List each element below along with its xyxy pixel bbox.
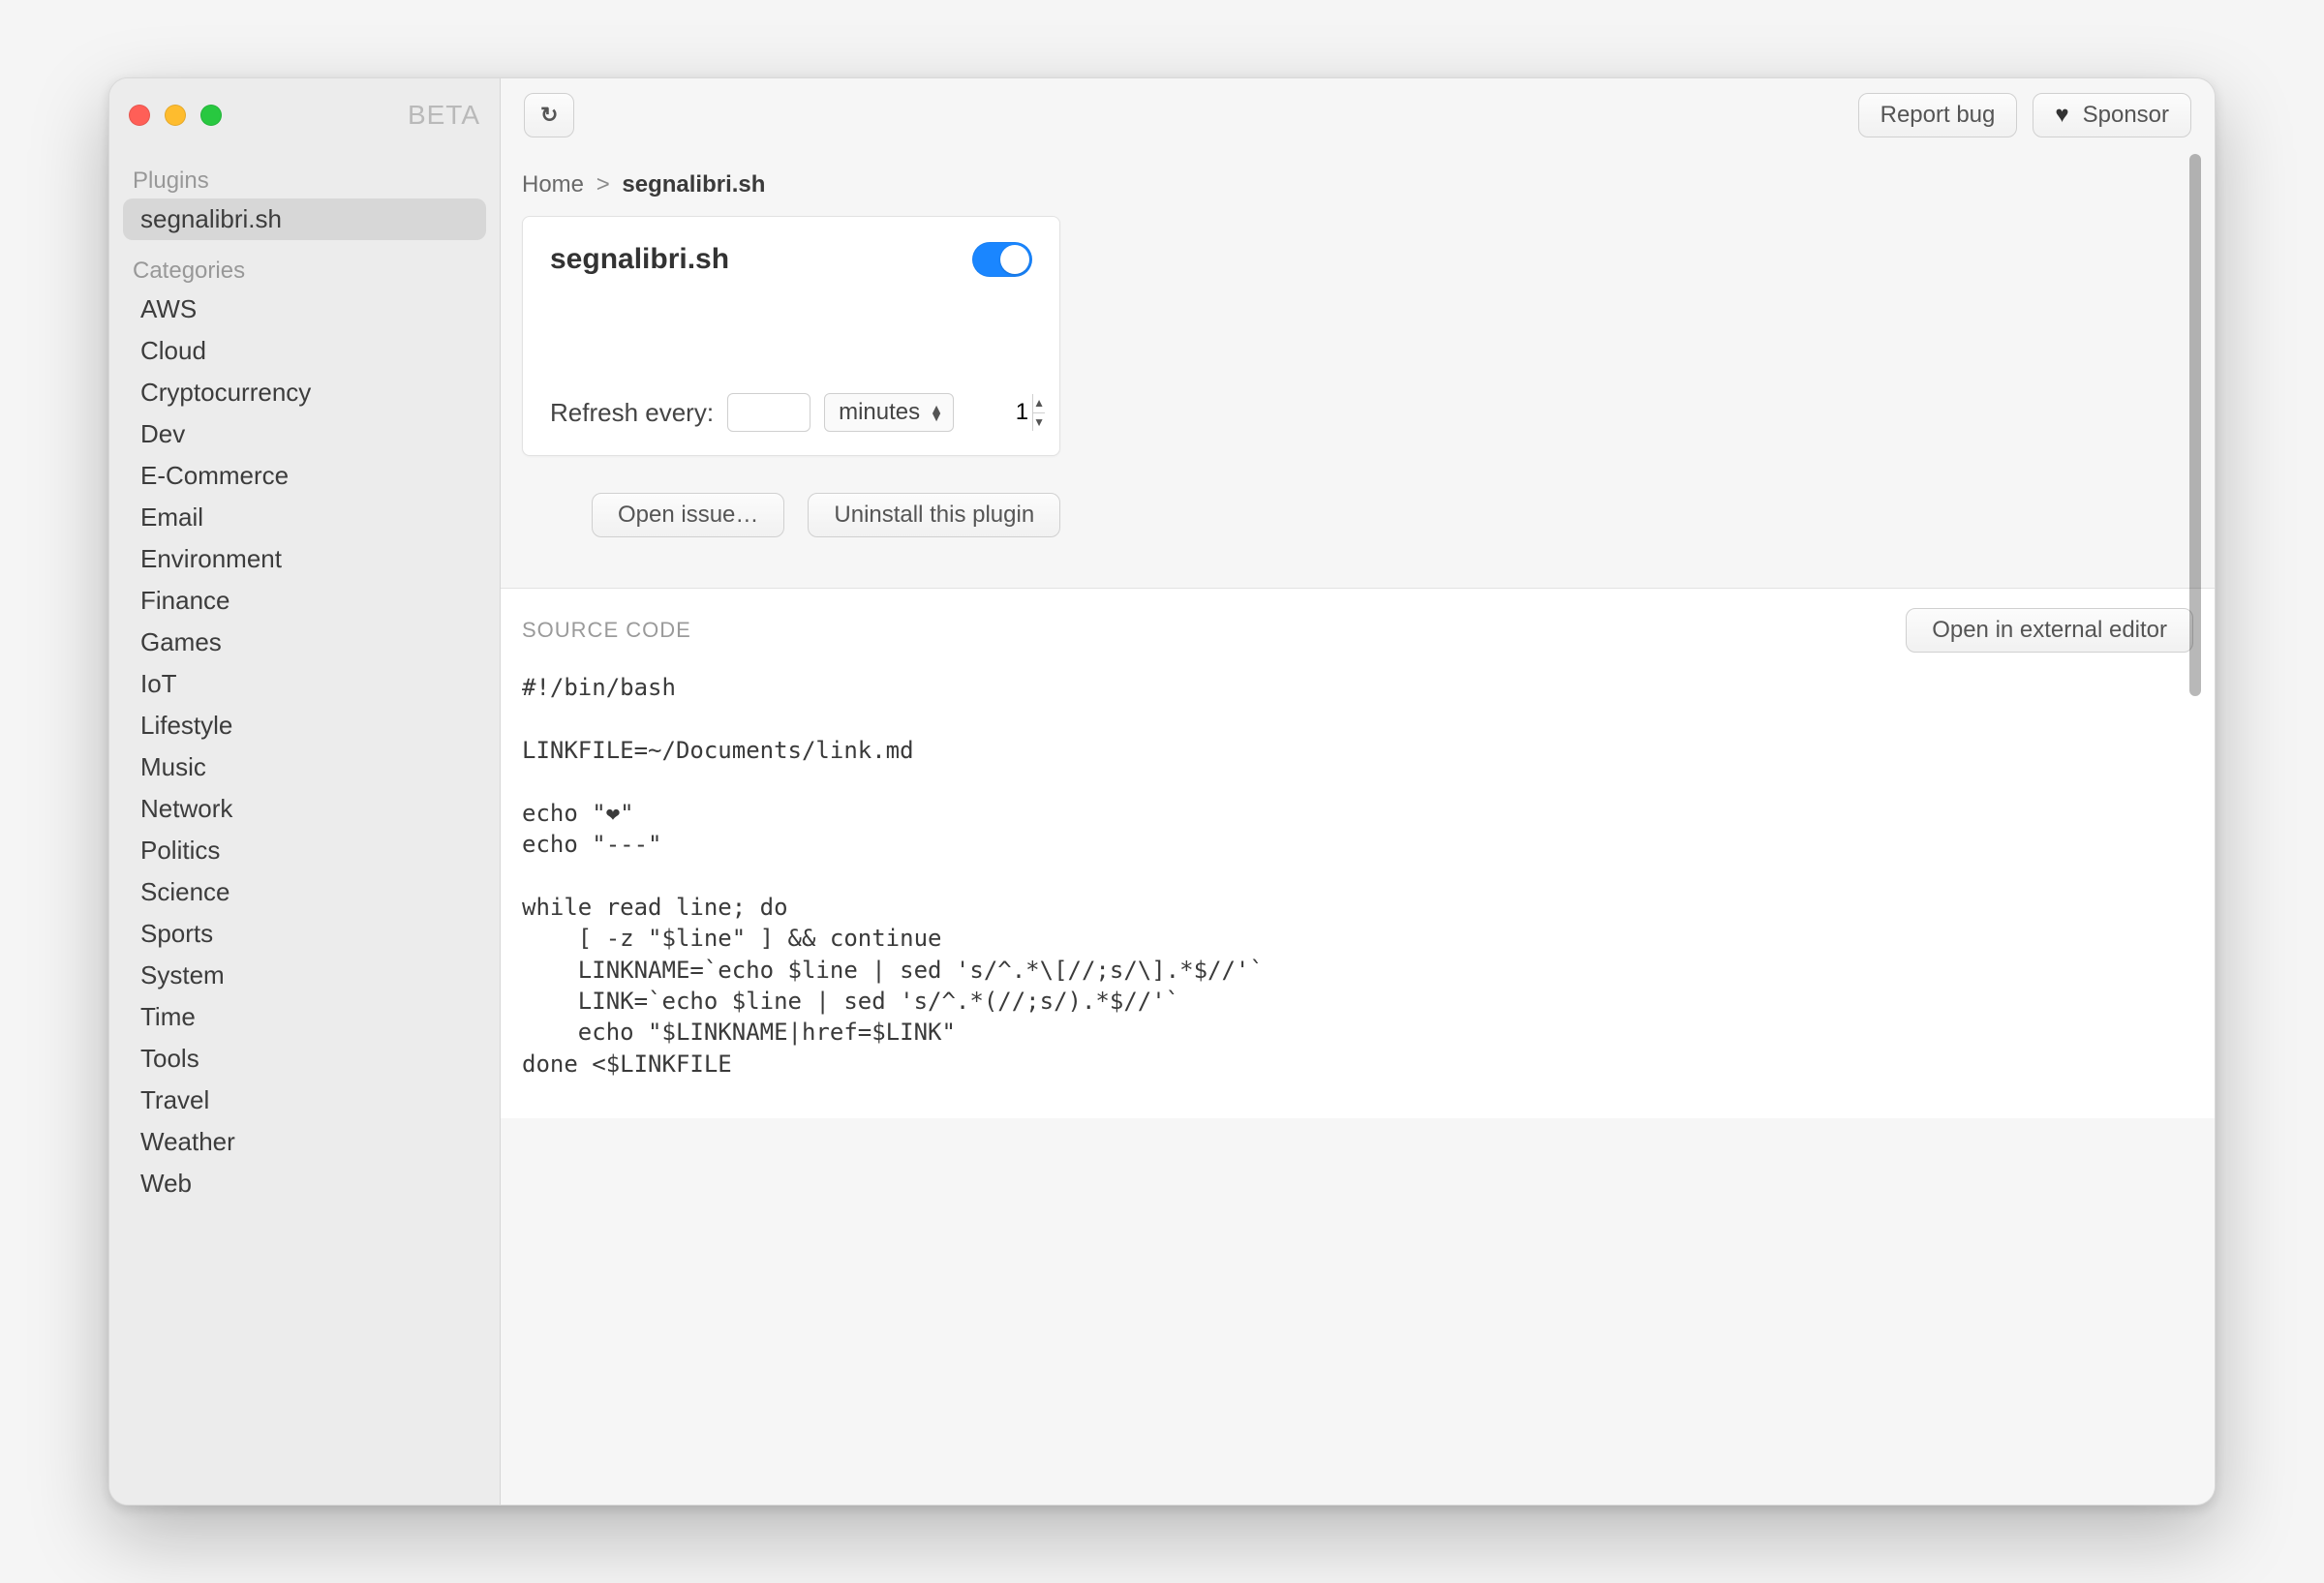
source-header: SOURCE CODE Open in external editor — [501, 588, 2215, 653]
fullscreen-window-button[interactable] — [200, 105, 222, 126]
sidebar-category-item[interactable]: Cryptocurrency — [123, 372, 486, 413]
heart-icon: ♥ — [2055, 102, 2068, 129]
breadcrumb-current: segnalibri.sh — [622, 171, 765, 198]
source-code: #!/bin/bash LINKFILE=~/Documents/link.md… — [501, 653, 2215, 1118]
sidebar-category-item[interactable]: Time — [123, 996, 486, 1038]
breadcrumb: Home > segnalibri.sh — [522, 171, 2193, 198]
beta-badge: BETA — [408, 100, 480, 131]
sidebar-section-categories: Categories — [123, 252, 486, 289]
sidebar-category-item[interactable]: Science — [123, 871, 486, 913]
close-window-button[interactable] — [129, 105, 150, 126]
sidebar-category-item[interactable]: Lifestyle — [123, 705, 486, 746]
sidebar-category-item[interactable]: Finance — [123, 580, 486, 622]
sponsor-label: Sponsor — [2083, 102, 2169, 129]
sidebar-category-item[interactable]: E-Commerce — [123, 455, 486, 497]
open-issue-button[interactable]: Open issue… — [592, 493, 784, 537]
stepper-up-icon[interactable]: ▲ — [1033, 394, 1045, 413]
plugin-title: segnalibri.sh — [550, 243, 729, 276]
sidebar-category-item[interactable]: Web — [123, 1163, 486, 1204]
source-code-label: SOURCE CODE — [522, 618, 691, 643]
sidebar-category-item[interactable]: Network — [123, 788, 486, 830]
refresh-icon: ↻ — [540, 103, 558, 128]
sidebar-category-item[interactable]: Sports — [123, 913, 486, 955]
breadcrumb-separator: > — [596, 171, 610, 198]
sidebar-category-item[interactable]: Travel — [123, 1080, 486, 1121]
sidebar-category-item[interactable]: Games — [123, 622, 486, 663]
sidebar-category-item[interactable]: System — [123, 955, 486, 996]
select-chevron-icon: ▲▼ — [930, 405, 943, 420]
uninstall-button[interactable]: Uninstall this plugin — [808, 493, 1060, 537]
sidebar-category-item[interactable]: Tools — [123, 1038, 486, 1080]
sidebar-plugin-item[interactable]: segnalibri.sh — [123, 198, 486, 240]
report-bug-label: Report bug — [1881, 102, 1996, 129]
toolbar: ↻ Report bug ♥ Sponsor — [501, 78, 2215, 152]
uninstall-label: Uninstall this plugin — [834, 502, 1034, 529]
sponsor-button[interactable]: ♥ Sponsor — [2033, 93, 2191, 137]
refresh-unit-select[interactable]: minutes ▲▼ — [824, 393, 954, 432]
sidebar-category-item[interactable]: Email — [123, 497, 486, 538]
refresh-stepper[interactable]: ▲ ▼ — [1032, 394, 1045, 431]
sidebar-category-item[interactable]: Dev — [123, 413, 486, 455]
plugin-card: segnalibri.sh Refresh every: ▲ ▼ — [522, 216, 1060, 456]
stepper-down-icon[interactable]: ▼ — [1033, 413, 1045, 432]
sidebar: BETA Plugins segnalibri.sh Categories AW… — [109, 78, 501, 1505]
sidebar-category-item[interactable]: IoT — [123, 663, 486, 705]
sidebar-category-item[interactable]: Environment — [123, 538, 486, 580]
report-bug-button[interactable]: Report bug — [1858, 93, 2018, 137]
content-scroll[interactable]: Home > segnalibri.sh segnalibri.sh Refre… — [501, 152, 2215, 1505]
refresh-unit-value: minutes — [839, 399, 920, 426]
open-external-editor-button[interactable]: Open in external editor — [1906, 608, 2193, 653]
open-external-editor-label: Open in external editor — [1932, 617, 2167, 644]
sidebar-category-item[interactable]: AWS — [123, 289, 486, 330]
breadcrumb-home[interactable]: Home — [522, 171, 584, 198]
sidebar-category-item[interactable]: Music — [123, 746, 486, 788]
window-controls — [129, 105, 222, 126]
sidebar-category-item[interactable]: Cloud — [123, 330, 486, 372]
minimize-window-button[interactable] — [165, 105, 186, 126]
scrollbar-thumb[interactable] — [2189, 154, 2201, 696]
refresh-button[interactable]: ↻ — [524, 93, 574, 137]
open-issue-label: Open issue… — [618, 502, 758, 529]
sidebar-category-item[interactable]: Weather — [123, 1121, 486, 1163]
refresh-value-field[interactable]: ▲ ▼ — [727, 393, 810, 432]
app-window: BETA Plugins segnalibri.sh Categories AW… — [108, 77, 2216, 1506]
titlebar: BETA — [109, 78, 500, 152]
plugin-enable-toggle[interactable] — [972, 242, 1032, 277]
sidebar-scroll: Plugins segnalibri.sh Categories AWSClou… — [109, 152, 500, 1505]
sidebar-section-plugins: Plugins — [123, 162, 486, 198]
refresh-label: Refresh every: — [550, 398, 714, 428]
sidebar-category-item[interactable]: Politics — [123, 830, 486, 871]
main-area: ↻ Report bug ♥ Sponsor Home > segnalibri… — [501, 78, 2215, 1505]
